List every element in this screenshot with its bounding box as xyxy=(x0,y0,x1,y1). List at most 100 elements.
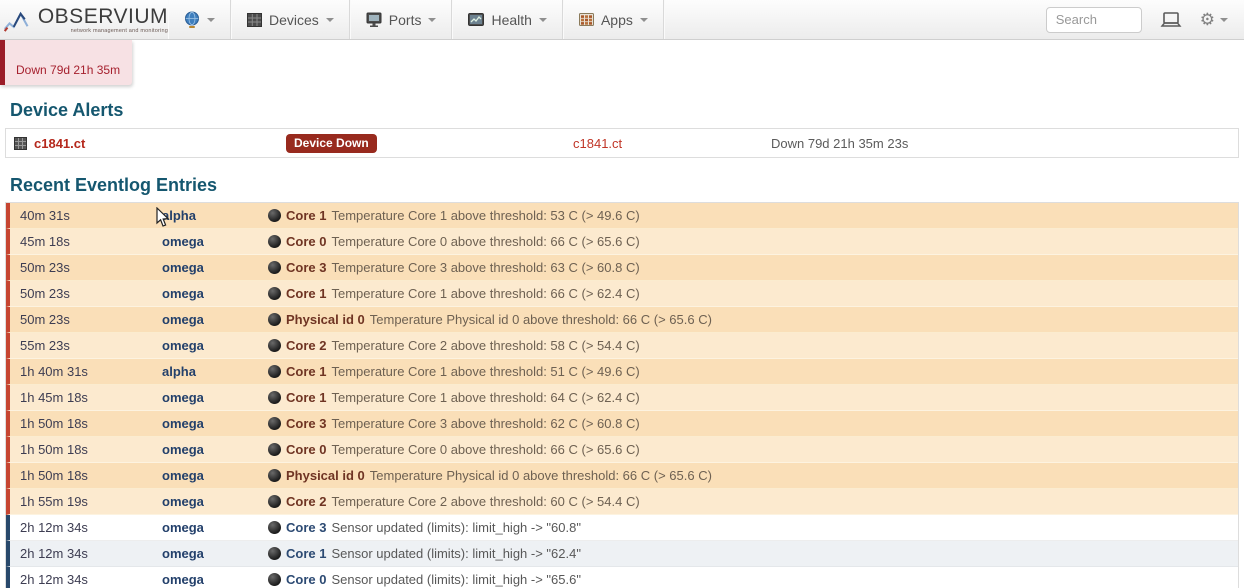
event-device-cell: omega xyxy=(162,338,268,353)
event-entity-link[interactable]: Core 3 xyxy=(286,260,326,275)
menu-apps[interactable]: Apps xyxy=(562,0,664,39)
event-entity-link[interactable]: Core 1 xyxy=(286,390,326,405)
menu-health-label: Health xyxy=(491,11,532,28)
top-navbar: OBSERVIUM network management and monitor… xyxy=(0,0,1244,40)
event-time: 1h 45m 18s xyxy=(20,390,88,405)
eventlog-row: 55m 23s omega Core 2 Temperature Core 2 abo… xyxy=(6,333,1238,359)
event-device-link[interactable]: omega xyxy=(162,442,204,457)
event-entity-link[interactable]: Core 0 xyxy=(286,442,326,457)
event-message: Core 0 Temperature Core 0 above threshold… xyxy=(268,442,1238,457)
event-message: Core 3 Temperature Core 3 above threshold… xyxy=(268,260,1238,275)
event-entity-link[interactable]: Physical id 0 xyxy=(286,312,365,327)
event-message-text: Temperature Core 2 above threshold: 58 C… xyxy=(331,338,640,353)
event-device-cell: omega xyxy=(162,260,268,275)
event-time: 40m 31s xyxy=(20,208,70,223)
event-device-cell: alpha xyxy=(162,208,268,223)
menu-health[interactable]: Health xyxy=(452,0,563,39)
event-device-link[interactable]: omega xyxy=(162,390,204,405)
laptop-icon[interactable] xyxy=(1160,11,1182,28)
event-time: 2h 12m 34s xyxy=(20,546,88,561)
event-entity-link[interactable]: Core 2 xyxy=(286,338,326,353)
event-message: Core 1 Temperature Core 1 above threshold… xyxy=(268,286,1238,301)
eventlog-heading: Recent Eventlog Entries xyxy=(10,175,218,195)
event-message: Physical id 0 Temperature Physical id 0 a… xyxy=(268,468,1238,483)
navbar-right: ⚙ xyxy=(1045,0,1244,39)
event-message-text: Temperature Core 1 above threshold: 64 C… xyxy=(331,390,640,405)
event-device-link[interactable]: alpha xyxy=(162,364,196,379)
event-device-link[interactable]: omega xyxy=(162,468,204,483)
event-message: Core 3 Temperature Core 3 above threshold… xyxy=(268,416,1238,431)
event-entity-link[interactable]: Core 1 xyxy=(286,286,326,301)
menu-ports-label: Ports xyxy=(388,11,422,28)
eventlog-row: 50m 23s omega Core 3 Temperature Core 3 abo… xyxy=(6,255,1238,281)
event-device-link[interactable]: omega xyxy=(162,338,204,353)
event-entity-link[interactable]: Core 0 xyxy=(286,572,326,587)
event-message-text: Temperature Physical id 0 above threshol… xyxy=(369,312,712,327)
eventlog-row: 40m 31s alpha Core 1 Temperature Core 1 abo… xyxy=(6,203,1238,229)
event-message: Core 2 Temperature Core 2 above threshold… xyxy=(268,338,1238,353)
event-device-link[interactable]: omega xyxy=(162,572,204,587)
event-entity-link[interactable]: Core 2 xyxy=(286,494,326,509)
event-time: 50m 23s xyxy=(20,260,70,275)
event-device-cell: omega xyxy=(162,468,268,483)
event-device-link[interactable]: omega xyxy=(162,494,204,509)
menu-ports[interactable]: Ports xyxy=(349,0,453,39)
event-entity-link[interactable]: Core 1 xyxy=(286,364,326,379)
event-message: Core 2 Temperature Core 2 above threshold… xyxy=(268,494,1238,509)
sensor-icon xyxy=(268,209,281,222)
event-message-text: Temperature Core 1 above threshold: 53 C… xyxy=(331,208,640,223)
event-device-cell: omega xyxy=(162,572,268,587)
event-time: 45m 18s xyxy=(20,234,70,249)
globe-menu[interactable] xyxy=(168,0,231,39)
eventlog-row: 2h 12m 34s omega Core 0 Sensor updated (lim… xyxy=(6,567,1238,588)
device-down-duration: Down 79d 21h 35m xyxy=(16,63,121,77)
sensor-icon xyxy=(268,287,281,300)
event-entity-link[interactable]: Core 0 xyxy=(286,234,326,249)
sensor-icon xyxy=(268,443,281,456)
event-time: 1h 50m 18s xyxy=(20,468,88,483)
alert-entity-link[interactable]: c1841.ct xyxy=(573,136,622,151)
event-entity-link[interactable]: Core 1 xyxy=(286,208,326,223)
search-input[interactable] xyxy=(1045,6,1142,33)
event-device-link[interactable]: omega xyxy=(162,416,204,431)
event-device-link[interactable]: omega xyxy=(162,520,204,535)
alert-device-link[interactable]: c1841.ct xyxy=(34,136,85,151)
chevron-down-icon xyxy=(325,18,334,22)
event-entity-link[interactable]: Physical id 0 xyxy=(286,468,365,483)
eventlog-row: 1h 40m 31s alpha Core 1 Temperature Core 1 … xyxy=(6,359,1238,385)
event-message-text: Temperature Core 0 above threshold: 66 C… xyxy=(331,442,640,457)
sensor-icon xyxy=(268,547,281,560)
event-device-link[interactable]: omega xyxy=(162,312,204,327)
eventlog-row: 1h 55m 19s omega Core 2 Temperature Core 2 … xyxy=(6,489,1238,515)
event-entity-link[interactable]: Core 3 xyxy=(286,416,326,431)
server-icon xyxy=(14,136,27,150)
eventlog-row: 2h 12m 34s omega Core 3 Sensor updated (lim… xyxy=(6,515,1238,541)
event-message: Core 0 Temperature Core 0 above threshold… xyxy=(268,234,1238,249)
event-message-text: Sensor updated (limits): limit_high -> "… xyxy=(331,520,581,535)
event-time: 2h 12m 34s xyxy=(20,572,88,587)
event-device-link[interactable]: omega xyxy=(162,260,204,275)
device-down-widget[interactable]: Down 79d 21h 35m xyxy=(0,40,132,85)
eventlog-row: 45m 18s omega Core 0 Temperature Core 0 abo… xyxy=(6,229,1238,255)
event-message-text: Temperature Core 2 above threshold: 60 C… xyxy=(331,494,640,509)
event-device-cell: omega xyxy=(162,546,268,561)
event-device-link[interactable]: omega xyxy=(162,234,204,249)
event-message: Core 1 Sensor updated (limits): limit_hig… xyxy=(268,546,1238,561)
sensor-icon xyxy=(268,339,281,352)
menu-devices[interactable]: Devices xyxy=(231,0,350,39)
sensor-icon xyxy=(268,417,281,430)
brand-title: OBSERVIUM xyxy=(37,4,168,28)
chevron-down-icon xyxy=(207,18,215,22)
chevron-down-icon xyxy=(1220,18,1228,22)
event-device-link[interactable]: omega xyxy=(162,286,204,301)
event-time: 1h 50m 18s xyxy=(20,442,88,457)
observium-logo[interactable]: OBSERVIUM network management and monitor… xyxy=(0,0,168,39)
settings-menu[interactable]: ⚙ xyxy=(1200,11,1228,28)
eventlog-table: 40m 31s alpha Core 1 Temperature Core 1 abo… xyxy=(5,202,1239,588)
event-entity-link[interactable]: Core 1 xyxy=(286,546,326,561)
health-icon xyxy=(468,13,485,26)
event-entity-link[interactable]: Core 3 xyxy=(286,520,326,535)
event-device-link[interactable]: omega xyxy=(162,546,204,561)
event-device-cell: omega xyxy=(162,390,268,405)
event-message: Core 0 Sensor updated (limits): limit_hig… xyxy=(268,572,1238,587)
